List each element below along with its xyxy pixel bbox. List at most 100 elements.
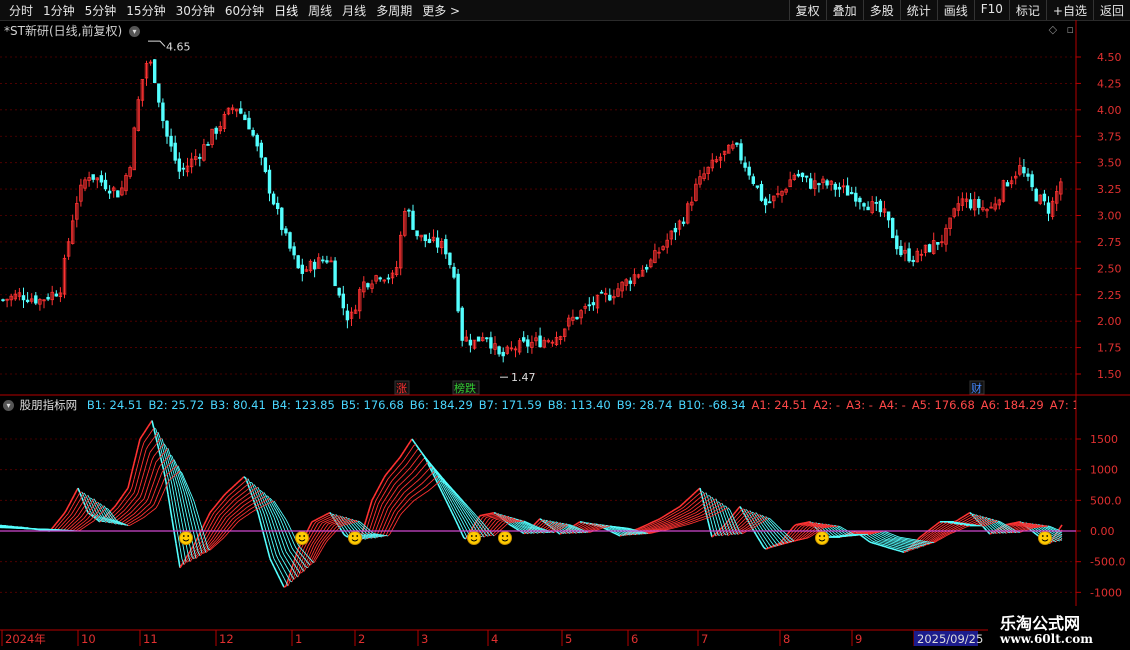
low-label: 1.47: [511, 371, 536, 384]
ribbon-segment: [283, 585, 287, 588]
candle-body: [300, 264, 304, 274]
ribbon-segment: [365, 536, 369, 538]
ribbon-segment: [661, 515, 665, 519]
ribbon-segment: [173, 495, 177, 507]
candle: [386, 274, 391, 284]
ribbon-segment: [347, 526, 351, 530]
ribbon-segment: [153, 444, 157, 448]
ribbon-segment: [853, 532, 857, 535]
ribbon-segment: [535, 532, 539, 534]
ribbon-segment: [267, 538, 271, 546]
ribbon-segment: [227, 517, 231, 521]
ribbon-segment: [649, 528, 653, 530]
ribbon-segment: [643, 527, 647, 530]
candle: [788, 171, 792, 188]
ribbon-segment: [561, 522, 565, 525]
candle: [932, 232, 936, 255]
candle-body: [743, 162, 747, 168]
candle: [759, 180, 764, 202]
ribbon-segment: [755, 534, 759, 539]
ribbon-segment: [215, 517, 219, 522]
ribbon-segment: [745, 523, 749, 526]
ribbon-segment: [77, 521, 81, 524]
ribbon-segment: [345, 535, 349, 538]
ribbon-segment: [463, 531, 467, 536]
candle: [505, 345, 509, 355]
ribbon-segment: [923, 538, 927, 542]
ribbon-segment: [407, 492, 411, 495]
ribbon-segment: [683, 500, 687, 504]
ribbon-segment: [271, 519, 275, 527]
ribbon-segment: [767, 542, 771, 546]
ribbon-segment: [659, 527, 663, 530]
candle: [1005, 179, 1010, 187]
ribbon-segment: [705, 503, 709, 507]
candle-body: [833, 183, 837, 190]
ribbon-segment: [289, 551, 293, 555]
ribbon-segment: [237, 512, 241, 515]
ribbon-segment: [161, 445, 165, 454]
chart-canvas[interactable]: 4.651.47涨 榜跌财 4.504.254.003.753.503.253.0…: [0, 0, 1130, 650]
ribbon-segment: [61, 513, 65, 517]
candle: [866, 201, 870, 211]
ribbon-segment: [883, 545, 887, 548]
ribbon-segment: [273, 558, 277, 563]
ribbon-segment: [213, 510, 217, 513]
candle: [431, 229, 436, 243]
ribbon-segment: [89, 497, 93, 500]
ribbon-segment: [285, 532, 289, 539]
ribbon-segment: [659, 526, 663, 528]
ribbon-segment: [617, 527, 621, 530]
ribbon-segment: [491, 525, 495, 529]
candle: [124, 173, 128, 195]
ribbon-segment: [65, 513, 69, 517]
ribbon-segment: [155, 450, 159, 454]
ribbon-segment: [935, 522, 939, 526]
ribbon-segment: [339, 518, 343, 520]
candle: [554, 331, 559, 347]
candle-body: [862, 203, 866, 207]
indicator-ribbon-line: [0, 454, 1063, 572]
ribbon-segment: [665, 526, 669, 529]
ribbon-segment: [139, 510, 143, 514]
candle-body: [239, 108, 243, 114]
ribbon-segment: [799, 536, 803, 540]
candle: [915, 248, 919, 263]
ribbon-segment: [229, 487, 233, 491]
ribbon-segment: [405, 453, 409, 458]
ribbon-segment: [241, 509, 245, 512]
ribbon-segment: [715, 505, 719, 508]
ribbon-segment: [133, 515, 137, 518]
candle-body: [157, 83, 161, 103]
ribbon-segment: [871, 540, 875, 543]
ribbon-segment: [967, 522, 971, 524]
ribbon-segment: [665, 525, 669, 528]
candle: [956, 196, 960, 217]
ribbon-segment: [329, 518, 333, 520]
ribbon-segment: [213, 521, 217, 526]
ribbon-segment: [711, 499, 715, 502]
ribbon-segment: [403, 471, 407, 475]
ribbon-segment: [675, 515, 679, 518]
ribbon-segment: [637, 532, 641, 534]
candle-body: [366, 283, 370, 288]
ribbon-segment: [769, 523, 773, 527]
candle: [181, 162, 186, 177]
ribbon-segment: [55, 520, 59, 525]
ribbon-segment: [449, 498, 453, 503]
ribbon-segment: [415, 448, 419, 452]
ribbon-segment: [115, 511, 119, 515]
ribbon-segment: [673, 514, 677, 517]
ribbon-segment: [961, 518, 965, 521]
ribbon-segment: [377, 509, 381, 516]
ribbon-segment: [669, 521, 673, 523]
ribbon-segment: [73, 521, 77, 524]
candle: [899, 240, 903, 257]
ribbon-segment: [455, 505, 459, 510]
ribbon-segment: [185, 512, 189, 522]
candle: [34, 292, 38, 306]
ribbon-segment: [1057, 536, 1061, 538]
ribbon-segment: [213, 540, 217, 543]
ribbon-segment: [311, 550, 315, 556]
ribbon-segment: [245, 493, 249, 496]
